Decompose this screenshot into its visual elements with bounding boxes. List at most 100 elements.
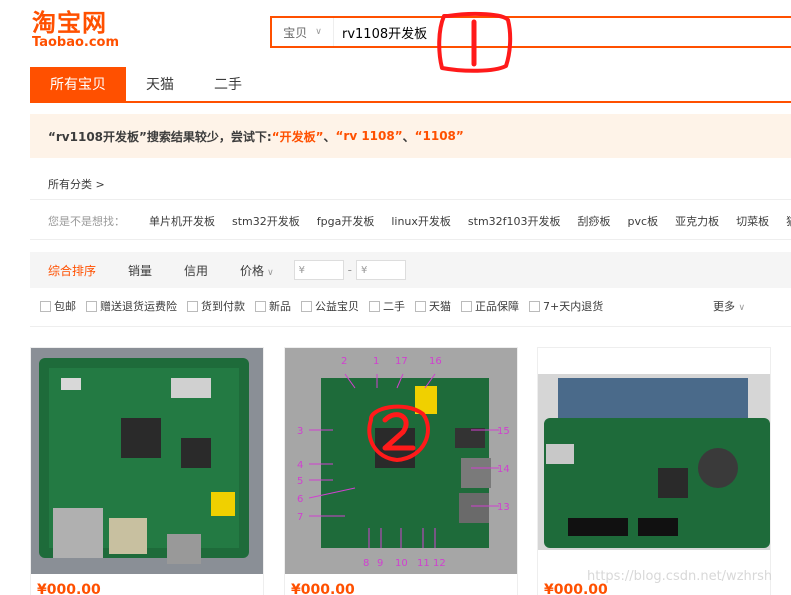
checkbox[interactable] xyxy=(255,300,266,312)
board-label: 16 xyxy=(429,356,442,367)
related-keyword[interactable]: 猫 xyxy=(786,213,791,229)
board-label: 17 xyxy=(395,356,408,367)
board-label: 11 xyxy=(417,558,430,569)
watermark: https://blog.csdn.net/wzhrsh xyxy=(587,569,773,584)
filter-return-insurance[interactable]: 赠送退货运费险 xyxy=(86,298,177,314)
more-filters-label: 更多 xyxy=(713,300,735,313)
few-results-tip: “rv1108开发板”搜索结果较少，尝试下: “开发板” 、 “rv 1108”… xyxy=(30,114,791,158)
product-image[interactable] xyxy=(31,348,263,574)
filter-charity[interactable]: 公益宝贝 xyxy=(301,298,359,314)
divider xyxy=(30,199,791,200)
checkbox[interactable] xyxy=(415,300,426,312)
product-card[interactable]: ¥000.00 xyxy=(537,347,771,595)
price-min-input[interactable]: ¥ xyxy=(293,260,344,280)
filter-label: 正品保障 xyxy=(475,300,519,313)
checkbox[interactable] xyxy=(187,300,198,312)
filter-7day-return[interactable]: 7+天内退货 xyxy=(529,298,603,314)
related-keyword[interactable]: 刮痧板 xyxy=(578,213,611,229)
checkbox[interactable] xyxy=(369,300,380,312)
filter-label: 二手 xyxy=(383,300,405,313)
filter-label: 货到付款 xyxy=(201,300,245,313)
tip-separator: 、 xyxy=(323,129,336,144)
product-image[interactable] xyxy=(538,348,770,574)
sort-price[interactable]: 价格 ∨ xyxy=(240,262,274,279)
tip-text: “rv1108开发板”搜索结果较少，尝试下: xyxy=(48,129,272,144)
divider xyxy=(30,239,791,240)
related-searches: 您是不是想找： 单片机开发板 stm32开发板 fpga开发板 linux开发板… xyxy=(48,213,791,229)
related-keyword[interactable]: 切菜板 xyxy=(736,213,769,229)
chevron-down-icon: ∨ xyxy=(267,267,274,278)
price-range-dash: - xyxy=(347,263,352,277)
logo-subtext: Taobao.com xyxy=(32,35,120,50)
checkbox[interactable] xyxy=(461,300,472,312)
sort-bar: 综合排序 销量 信用 价格 ∨ ¥ - ¥ xyxy=(30,252,791,288)
board-label: 10 xyxy=(395,558,408,569)
checkbox[interactable] xyxy=(40,300,51,312)
more-filters-button[interactable]: 更多 ∨ xyxy=(713,298,745,314)
related-keyword[interactable]: stm32开发板 xyxy=(232,213,300,229)
product-price: ¥000.00 xyxy=(291,582,355,595)
annotation-one xyxy=(437,11,513,73)
chevron-down-icon: ∨ xyxy=(738,303,746,313)
filter-label: 7+天内退货 xyxy=(543,300,604,313)
product-card[interactable]: ¥000.00 xyxy=(30,347,264,595)
checkbox[interactable] xyxy=(529,300,540,312)
related-searches-label: 您是不是想找： xyxy=(48,215,125,228)
sort-price-label: 价格 xyxy=(240,263,265,278)
board-label: 13 xyxy=(497,502,510,513)
search-tabs: 所有宝贝 天猫 二手 xyxy=(30,67,791,103)
sort-credit[interactable]: 信用 xyxy=(184,262,208,279)
related-keyword[interactable]: 单片机开发板 xyxy=(149,213,215,229)
divider xyxy=(30,326,791,327)
chevron-down-icon: ∨ xyxy=(315,27,322,37)
tab-tmall[interactable]: 天猫 xyxy=(126,67,194,101)
filter-cod[interactable]: 货到付款 xyxy=(187,298,245,314)
board-label: 9 xyxy=(377,558,383,569)
filter-label: 赠送退货运费险 xyxy=(100,300,177,313)
filter-label: 包邮 xyxy=(54,300,76,313)
board-label: 6 xyxy=(297,494,303,505)
filter-label: 天猫 xyxy=(429,300,451,313)
related-keyword[interactable]: 亚克力板 xyxy=(675,213,719,229)
search-input[interactable] xyxy=(334,18,791,46)
checkbox[interactable] xyxy=(301,300,312,312)
product-card[interactable]: 2 1 17 16 3 15 4 5 14 6 13 7 8 9 10 11 1… xyxy=(284,347,518,595)
search-scope-select[interactable]: 宝贝 ∨ xyxy=(272,18,334,46)
board-photo xyxy=(538,348,770,574)
board-label: 8 xyxy=(363,558,369,569)
taobao-logo[interactable]: 淘宝网 Taobao.com xyxy=(32,10,132,50)
sort-default[interactable]: 综合排序 xyxy=(48,262,96,279)
price-max-input[interactable]: ¥ xyxy=(356,260,406,280)
board-label: 7 xyxy=(297,512,303,523)
suggestion-link-3[interactable]: “1108” xyxy=(415,129,464,143)
board-label: 1 xyxy=(373,356,379,367)
board-label: 12 xyxy=(433,558,446,569)
breadcrumb[interactable]: 所有分类 > xyxy=(48,176,105,192)
board-photo xyxy=(31,348,263,574)
board-label: 14 xyxy=(497,464,510,475)
suggestion-link-1[interactable]: “开发板” xyxy=(272,128,324,145)
filter-free-shipping[interactable]: 包邮 xyxy=(40,298,76,314)
search-bar: 宝贝 ∨ xyxy=(270,16,791,48)
board-label: 2 xyxy=(341,356,347,367)
logo-text: 淘宝网 xyxy=(32,9,107,37)
tab-all-items[interactable]: 所有宝贝 xyxy=(30,67,126,101)
board-label: 5 xyxy=(297,476,303,487)
filter-label: 公益宝贝 xyxy=(315,300,359,313)
suggestion-link-2[interactable]: “rv 1108” xyxy=(336,129,403,143)
related-keyword[interactable]: fpga开发板 xyxy=(317,213,375,229)
tip-separator: 、 xyxy=(402,129,415,144)
checkbox[interactable] xyxy=(86,300,97,312)
related-keyword[interactable]: linux开发板 xyxy=(391,213,451,229)
related-keyword[interactable]: stm32f103开发板 xyxy=(468,213,561,229)
filter-second-hand[interactable]: 二手 xyxy=(369,298,405,314)
search-scope-label: 宝贝 xyxy=(283,25,308,40)
filter-new[interactable]: 新品 xyxy=(255,298,291,314)
filter-genuine[interactable]: 正品保障 xyxy=(461,298,519,314)
sort-sales[interactable]: 销量 xyxy=(128,262,152,279)
related-keyword[interactable]: pvc板 xyxy=(628,213,659,229)
filter-tmall[interactable]: 天猫 xyxy=(415,298,451,314)
tab-second-hand[interactable]: 二手 xyxy=(194,67,262,101)
board-label: 15 xyxy=(497,426,510,437)
product-image[interactable]: 2 1 17 16 3 15 4 5 14 6 13 7 8 9 10 11 1… xyxy=(285,348,517,574)
